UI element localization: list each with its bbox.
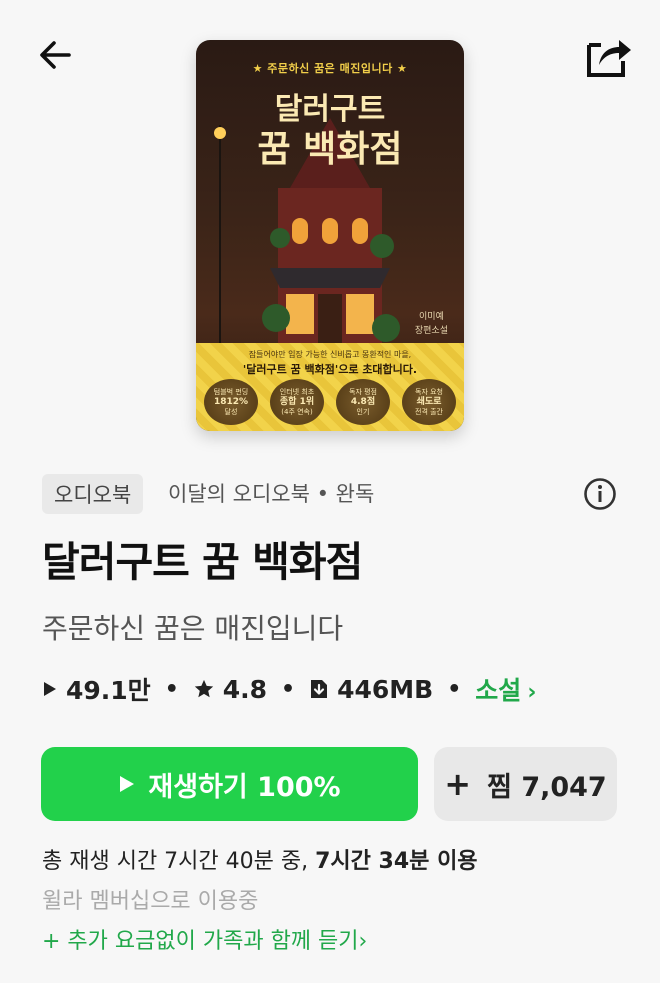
total-time-prefix: 총 재생 시간 7시간 40분 중, [42, 849, 316, 874]
share-icon [587, 40, 631, 77]
cover-title-line2: 꿈 백화점 [257, 128, 403, 170]
play-button-label: 재생하기 100% [148, 771, 341, 803]
info-icon [584, 478, 616, 510]
cover-badge: 텀블벅 펀딩 1812% 달성 [204, 379, 258, 425]
chevron-right-icon: › [527, 680, 537, 705]
plus-icon: + [444, 765, 472, 803]
separator-dot: • [281, 676, 296, 702]
wishlist-label: 찜 7,047 [487, 771, 607, 803]
play-icon [118, 774, 136, 794]
genre-label: 소설 [475, 676, 522, 705]
cover-tagline: ★ 주문하신 꿈은 매진입니다 ★ [252, 62, 408, 75]
cover-badges: 텀블벅 펀딩 1812% 달성 인터넷 최초 종합 1위 (4주 연속) 독자 평점 4.… [204, 379, 456, 425]
info-button[interactable] [583, 477, 617, 511]
wishlist-button[interactable]: + 찜 7,047 [434, 747, 617, 821]
band-line2: '달러구트 꿈 백화점'으로 초대합니다. [242, 363, 418, 376]
share-button[interactable] [582, 28, 636, 82]
book-subtitle: 주문하신 꿈은 매진입니다 [42, 612, 344, 645]
family-share-label: + 추가 요금없이 가족과 함께 듣기 [42, 929, 359, 954]
meta-info-text: 이달의 오디오북 • 완독 [168, 482, 375, 506]
cover-author: 이미예 장편소설 [414, 312, 448, 336]
membership-status: 윌라 멤버십으로 이용중 [42, 889, 259, 914]
cover-promo-band: 잠들어야만 입장 가능한 신비롭고 몽환적인 마을, '달러구트 꿈 백화점'으… [196, 343, 464, 431]
book-cover: ★ 주문하신 꿈은 매진입니다 ★ 달러구트 꿈 백화점 이미예 장편소설 잠들… [196, 40, 464, 431]
used-time: 7시간 34분 이용 [315, 849, 478, 874]
back-button[interactable] [30, 30, 80, 80]
family-share-link[interactable]: + 추가 요금없이 가족과 함께 듣기› [42, 925, 367, 959]
file-size: 446MB [337, 674, 434, 704]
cover-badge: 인터넷 최초 종합 1위 (4주 연속) [270, 379, 324, 425]
genre-link[interactable]: 소설 › [475, 671, 536, 707]
total-play-time: 총 재생 시간 7시간 40분 중, 7시간 34분 이용 [42, 845, 478, 879]
play-count-icon [42, 680, 58, 698]
cover-badge: 독자 평점 4.8점 인기 [336, 379, 390, 425]
play-button[interactable]: 재생하기 100% [41, 747, 418, 821]
download-icon [309, 678, 329, 700]
category-tag: 오디오북 [42, 474, 144, 514]
separator-dot: • [447, 676, 462, 702]
separator-dot: • [164, 676, 179, 702]
cover-badge: 독자 요청 쇄도로 전격 출간 [402, 379, 456, 425]
star-icon [193, 678, 215, 700]
book-title: 달러구트 꿈 백화점 [42, 538, 363, 586]
rating-value: 4.8 [222, 674, 268, 704]
stats-row: 49.1만 • 4.8 • 446MB • 소설 › [42, 668, 536, 710]
back-arrow-icon [40, 41, 71, 69]
band-line1: 잠들어야만 입장 가능한 신비롭고 몽환적인 마을, [248, 350, 412, 359]
play-count: 49.1만 [66, 676, 151, 705]
chevron-right-icon: › [358, 929, 368, 954]
